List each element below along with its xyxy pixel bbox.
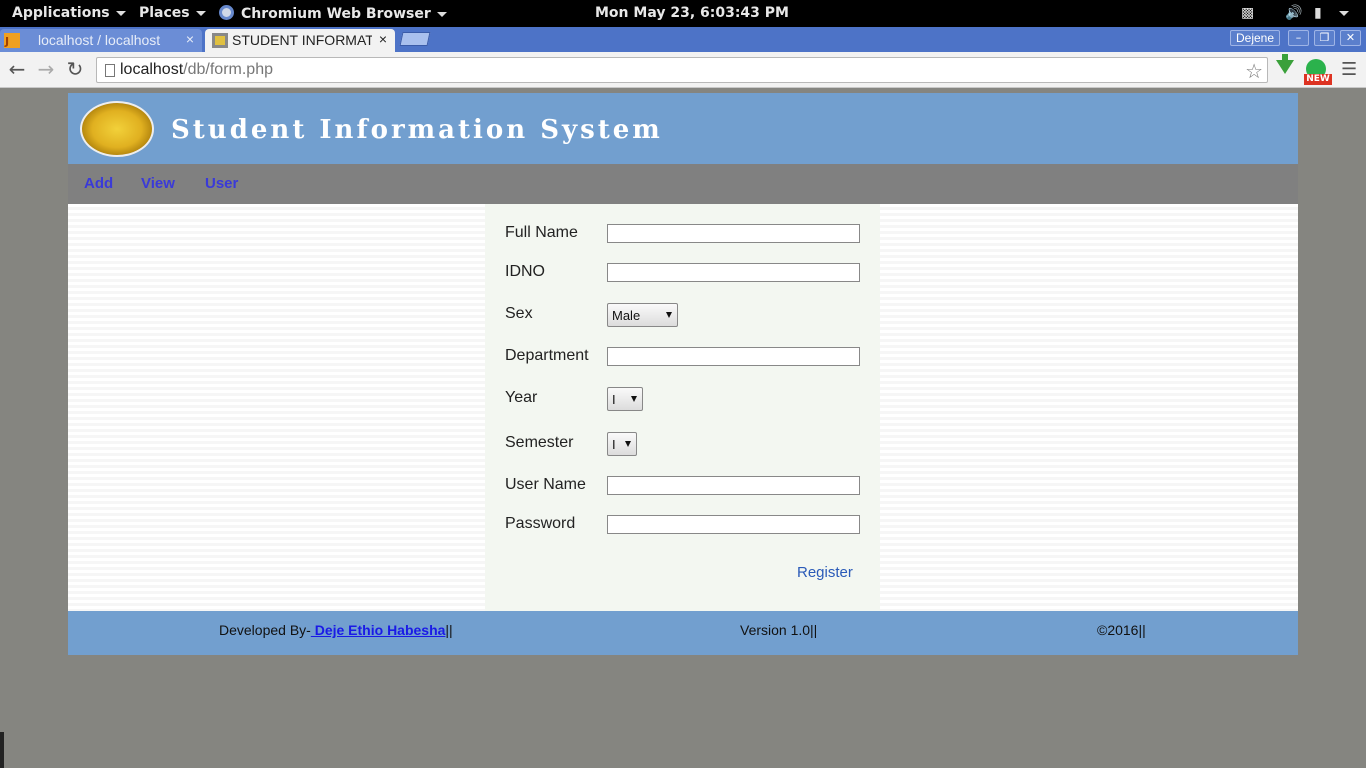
full-name-input[interactable]: [607, 224, 860, 243]
reload-icon[interactable]: ↻: [63, 58, 87, 82]
site-header: Student Information System: [68, 93, 1298, 164]
tab-phpmyadmin[interactable]: J localhost / localhost ×: [0, 29, 202, 52]
site-favicon-icon: [212, 33, 228, 48]
browser-app-menu[interactable]: Chromium Web Browser: [219, 5, 447, 23]
phpmyadmin-favicon-icon: J: [4, 33, 20, 48]
page-icon: [105, 64, 115, 77]
new-tab-button[interactable]: [399, 32, 431, 46]
department-label: Department: [505, 347, 589, 364]
address-bar[interactable]: localhost/db/form.php ☆: [96, 57, 1268, 83]
idno-input[interactable]: [607, 263, 860, 282]
back-arrow-icon[interactable]: ←: [5, 58, 29, 82]
places-menu[interactable]: Places: [139, 5, 206, 23]
site-nav: Add View User: [68, 164, 1298, 204]
nav-link-view[interactable]: View: [141, 175, 175, 192]
version-text: Version 1.0||: [740, 622, 818, 638]
battery-icon[interactable]: ▮: [1314, 5, 1322, 21]
year-value: I: [612, 392, 616, 407]
developer-prefix: Developed By-: [219, 622, 311, 638]
chevron-down-icon: [115, 10, 126, 16]
browser-toolbar: ← → ↻ localhost/db/form.php ☆ NEW ☰: [0, 52, 1366, 88]
url-text: localhost/db/form.php: [120, 61, 273, 79]
extension-new-badge: NEW: [1304, 74, 1332, 85]
download-icon[interactable]: [1276, 60, 1294, 74]
semester-label: Semester: [505, 434, 574, 451]
close-window-icon[interactable]: ✕: [1340, 30, 1361, 46]
developer-suffix: ||: [445, 622, 453, 638]
svg-text:J: J: [4, 35, 9, 48]
tab-label: STUDENT INFORMATION SYSTEM: [232, 32, 372, 48]
url-path: /db/form.php: [183, 61, 273, 78]
year-label: Year: [505, 389, 538, 406]
password-input[interactable]: [607, 515, 860, 534]
chevron-down-icon: [436, 11, 447, 17]
close-tab-icon[interactable]: ×: [379, 31, 387, 47]
clock-label: Mon May 23, 6:03:43 PM: [595, 5, 789, 21]
registration-form: Full Name IDNO Sex Male Department Year …: [485, 204, 880, 611]
tab-student-information[interactable]: STUDENT INFORMATION SYSTEM ×: [205, 29, 395, 52]
url-host: localhost: [120, 61, 184, 78]
copyright-text: ©2016||: [1097, 622, 1146, 638]
sex-select[interactable]: Male: [607, 303, 678, 327]
developer-link[interactable]: Deje Ethio Habesha: [311, 622, 446, 638]
bookmark-star-icon[interactable]: ☆: [1245, 59, 1263, 84]
chromium-icon: [219, 5, 234, 20]
username-label: User Name: [505, 476, 586, 493]
dropdown-arrow-icon: [631, 396, 637, 402]
profile-button[interactable]: Dejene: [1230, 30, 1280, 46]
sex-label: Sex: [505, 305, 533, 322]
chevron-down-icon: [1339, 10, 1349, 16]
applications-menu[interactable]: Applications: [12, 5, 126, 23]
semester-select[interactable]: I: [607, 432, 637, 456]
nav-link-add[interactable]: Add: [84, 175, 113, 192]
year-select[interactable]: I: [607, 387, 643, 411]
hamburger-menu-icon[interactable]: ☰: [1341, 61, 1357, 79]
forward-arrow-icon[interactable]: →: [34, 58, 58, 82]
web-page: Student Information System Add View User…: [68, 93, 1298, 655]
tab-label: localhost / localhost: [38, 32, 161, 48]
video-icon[interactable]: ▩: [1241, 5, 1254, 21]
idno-label: IDNO: [505, 263, 545, 280]
department-input[interactable]: [607, 347, 860, 366]
system-menu-chevron-icon[interactable]: [1339, 5, 1349, 21]
password-label: Password: [505, 515, 576, 532]
dropdown-arrow-icon: [625, 441, 631, 447]
tab-strip: J localhost / localhost × STUDENT INFORM…: [0, 27, 1366, 52]
chevron-down-icon: [195, 10, 206, 16]
semester-value: I: [612, 437, 616, 452]
desktop-edge-marker: [0, 732, 4, 768]
browser-app-label: Chromium Web Browser: [241, 6, 431, 22]
restore-icon[interactable]: ❐: [1314, 30, 1335, 46]
university-logo: [80, 101, 154, 157]
places-label: Places: [139, 5, 190, 21]
username-input[interactable]: [607, 476, 860, 495]
full-name-label: Full Name: [505, 224, 578, 241]
content-area: Full Name IDNO Sex Male Department Year …: [68, 204, 1298, 611]
dropdown-arrow-icon: [666, 312, 672, 318]
system-top-bar: Applications Places Chromium Web Browser…: [0, 0, 1366, 27]
nav-link-user[interactable]: User: [205, 175, 238, 192]
close-tab-icon[interactable]: ×: [186, 31, 194, 47]
minimize-icon[interactable]: –: [1288, 30, 1309, 46]
clock[interactable]: Mon May 23, 6:03:43 PM: [595, 5, 789, 23]
volume-icon[interactable]: 🔊: [1285, 5, 1302, 21]
developer-credit: Developed By- Deje Ethio Habesha||: [219, 622, 453, 638]
applications-label: Applications: [12, 5, 110, 21]
site-title: Student Information System: [171, 115, 663, 145]
sex-value: Male: [612, 308, 641, 323]
site-footer: Developed By- Deje Ethio Habesha|| Versi…: [68, 611, 1298, 655]
register-button[interactable]: Register: [797, 564, 853, 581]
